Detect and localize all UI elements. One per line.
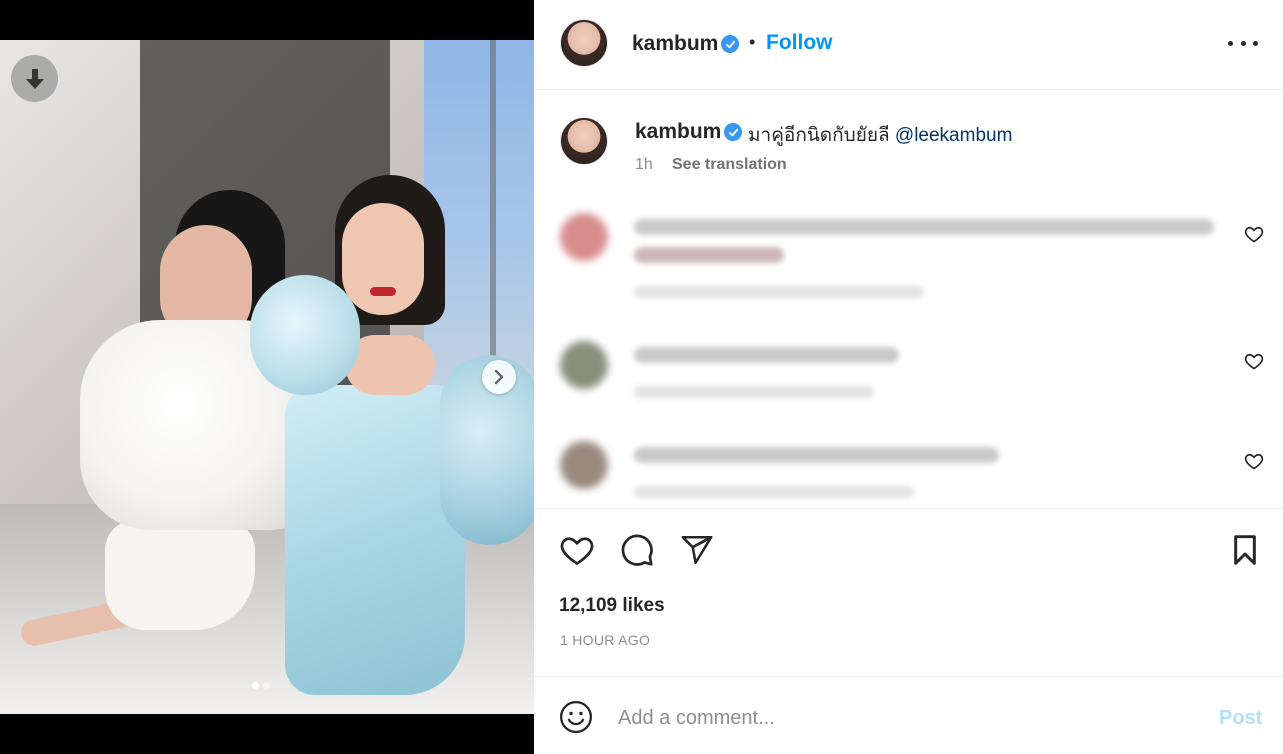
- comment-meta: [634, 386, 874, 398]
- post-header: kambum • Follow: [534, 0, 1283, 90]
- heart-icon[interactable]: [1244, 224, 1264, 244]
- list-item: [534, 335, 1283, 435]
- comment-meta: [634, 286, 924, 298]
- post-timestamp: 1 HOUR AGO: [560, 632, 651, 648]
- post-comment-button[interactable]: Post: [1219, 707, 1262, 730]
- verified-badge-icon: [721, 35, 739, 53]
- more-options-icon: [1228, 40, 1233, 46]
- comment-button[interactable]: [618, 531, 656, 569]
- heart-icon: [560, 537, 594, 565]
- download-button[interactable]: [11, 55, 58, 102]
- heart-icon[interactable]: [1244, 451, 1264, 471]
- comment-avatar[interactable]: [560, 213, 608, 261]
- caption-mention-link[interactable]: @leekambum: [895, 125, 1013, 146]
- comment-text: [634, 219, 1214, 235]
- comment-input[interactable]: [618, 701, 1198, 735]
- caption-avatar[interactable]: [560, 117, 608, 165]
- action-bar: [534, 508, 1283, 588]
- save-button[interactable]: [1226, 531, 1264, 569]
- caption-username[interactable]: kambum: [635, 120, 721, 144]
- post-details-panel: kambum • Follow kambum มาคู่อีกนิดกับยัย…: [534, 0, 1283, 754]
- post-modal: kambum • Follow kambum มาคู่อีกนิดกับยัย…: [0, 0, 1283, 754]
- comment-meta: [634, 486, 914, 498]
- follow-button[interactable]: Follow: [766, 31, 833, 55]
- carousel-dot: [263, 682, 270, 689]
- list-item: [534, 435, 1283, 508]
- person-right: [250, 175, 534, 714]
- comment-avatar[interactable]: [560, 341, 608, 389]
- emoji-icon[interactable]: [559, 700, 593, 734]
- media-pane: [0, 0, 534, 754]
- verified-badge-icon: [724, 123, 742, 141]
- carousel-indicator: [252, 682, 270, 689]
- caption-text: มาคู่อีกนิดกับยัยลี @leekambum: [748, 125, 1013, 146]
- comment-list: [534, 195, 1283, 508]
- see-translation-button[interactable]: See translation: [672, 156, 787, 174]
- comment-text: [634, 247, 784, 263]
- likes-count[interactable]: 12,109 likes: [559, 595, 665, 617]
- avatar[interactable]: [560, 19, 608, 67]
- download-icon: [25, 68, 44, 89]
- bookmark-icon: [1234, 535, 1256, 565]
- separator-dot: •: [749, 32, 756, 52]
- share-icon: [681, 535, 713, 565]
- comment-icon: [621, 534, 653, 566]
- like-button[interactable]: [558, 531, 596, 569]
- heart-icon[interactable]: [1244, 351, 1264, 371]
- list-item: [534, 195, 1283, 298]
- chevron-right-icon: [494, 369, 504, 385]
- post-caption: kambum มาคู่อีกนิดกับยัยลี @leekambum 1h…: [534, 90, 1283, 195]
- comment-avatar[interactable]: [560, 441, 608, 489]
- post-photo[interactable]: [0, 40, 534, 714]
- share-button[interactable]: [678, 531, 716, 569]
- next-image-button[interactable]: [482, 360, 516, 394]
- caption-timestamp: 1h: [635, 156, 653, 173]
- username[interactable]: kambum: [632, 32, 718, 56]
- comment-composer: Post: [534, 676, 1283, 754]
- comment-text: [634, 347, 899, 363]
- comment-text: [634, 447, 999, 463]
- carousel-dot-active: [252, 682, 259, 689]
- more-options-button[interactable]: [1228, 31, 1258, 55]
